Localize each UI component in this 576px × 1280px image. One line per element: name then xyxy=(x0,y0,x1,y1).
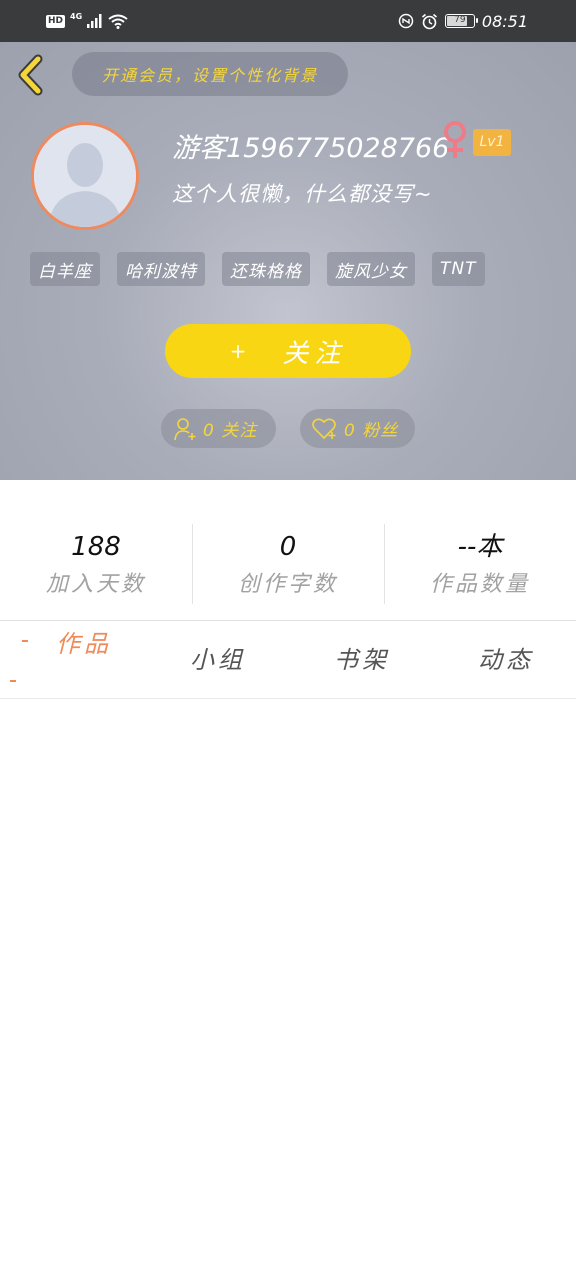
stat-label: 作品数量 xyxy=(429,572,530,597)
stat-label: 加入天数 xyxy=(45,572,146,597)
default-avatar-icon xyxy=(34,125,136,227)
plus-icon: + xyxy=(229,339,247,363)
status-time: 08:51 xyxy=(481,11,528,31)
avatar[interactable] xyxy=(31,122,139,230)
profile-header: 开通会员，设置个性化背景 游客15967750287​66 Lv1 这个人很懒，… xyxy=(0,42,576,480)
tab-works[interactable]: 作品 xyxy=(56,624,112,659)
stat-value: 0 xyxy=(279,532,297,562)
tab-indicator xyxy=(10,680,16,682)
tab-activity[interactable]: 动态 xyxy=(478,640,534,675)
hd-badge: HD xyxy=(46,14,66,28)
wifi-icon xyxy=(108,14,128,29)
stat-word-count: 0 创作字数 xyxy=(192,524,384,604)
username: 游客15967750287​66 xyxy=(172,133,450,164)
divider xyxy=(0,698,576,699)
alarm-icon xyxy=(421,13,437,29)
tag-item[interactable]: 哈利波特 xyxy=(117,252,205,286)
divider xyxy=(0,620,576,621)
follow-button[interactable]: + 关注 xyxy=(165,324,411,378)
back-button[interactable] xyxy=(14,54,48,96)
tab-indicator xyxy=(22,640,28,642)
heart-icon xyxy=(312,418,336,439)
tag-list: 白羊座 哈利波特 还珠格格 旋风少女 TNT xyxy=(30,252,485,286)
battery-level: 79 xyxy=(454,15,466,25)
nfc-icon xyxy=(398,13,414,29)
tag-item[interactable]: 旋风少女 xyxy=(327,252,415,286)
add-person-icon xyxy=(174,417,196,440)
stats-row: 188 加入天数 0 创作字数 --本 作品数量 xyxy=(0,524,576,604)
stat-works-count: --本 作品数量 xyxy=(384,524,576,604)
tag-item[interactable]: TNT xyxy=(432,252,485,286)
battery-cap xyxy=(475,18,478,23)
following-count-button[interactable]: 0 关注 xyxy=(161,409,276,448)
vip-background-button[interactable]: 开通会员，设置个性化背景 xyxy=(72,52,348,96)
fans-count-button[interactable]: 0 粉丝 xyxy=(300,409,415,448)
tag-item[interactable]: 白羊座 xyxy=(30,252,100,286)
network-type: 4G xyxy=(70,11,83,21)
stat-label: 创作字数 xyxy=(237,572,338,597)
status-left: HD 4G xyxy=(46,10,128,32)
following-count: 0 关注 xyxy=(203,421,258,441)
battery-icon: 79 xyxy=(444,14,478,28)
stat-value: 188 xyxy=(71,532,121,562)
status-bar: HD 4G 79 08:51 xyxy=(0,0,576,42)
tag-item[interactable]: 还珠格格 xyxy=(222,252,310,286)
fans-count: 0 粉丝 xyxy=(344,421,399,441)
level-badge: Lv1 xyxy=(473,129,511,156)
stat-value: --本 xyxy=(457,532,503,562)
follow-button-label: 关注 xyxy=(282,338,347,369)
status-right: 79 08:51 xyxy=(398,10,528,32)
stat-join-days: 188 加入天数 xyxy=(0,524,192,604)
tab-groups[interactable]: 小组 xyxy=(190,640,246,675)
tab-bookshelf[interactable]: 书架 xyxy=(334,640,390,675)
bio-text: 这个人很懒，什么都没写~ xyxy=(172,182,433,206)
female-icon xyxy=(444,121,466,158)
signal-icon xyxy=(87,14,102,28)
